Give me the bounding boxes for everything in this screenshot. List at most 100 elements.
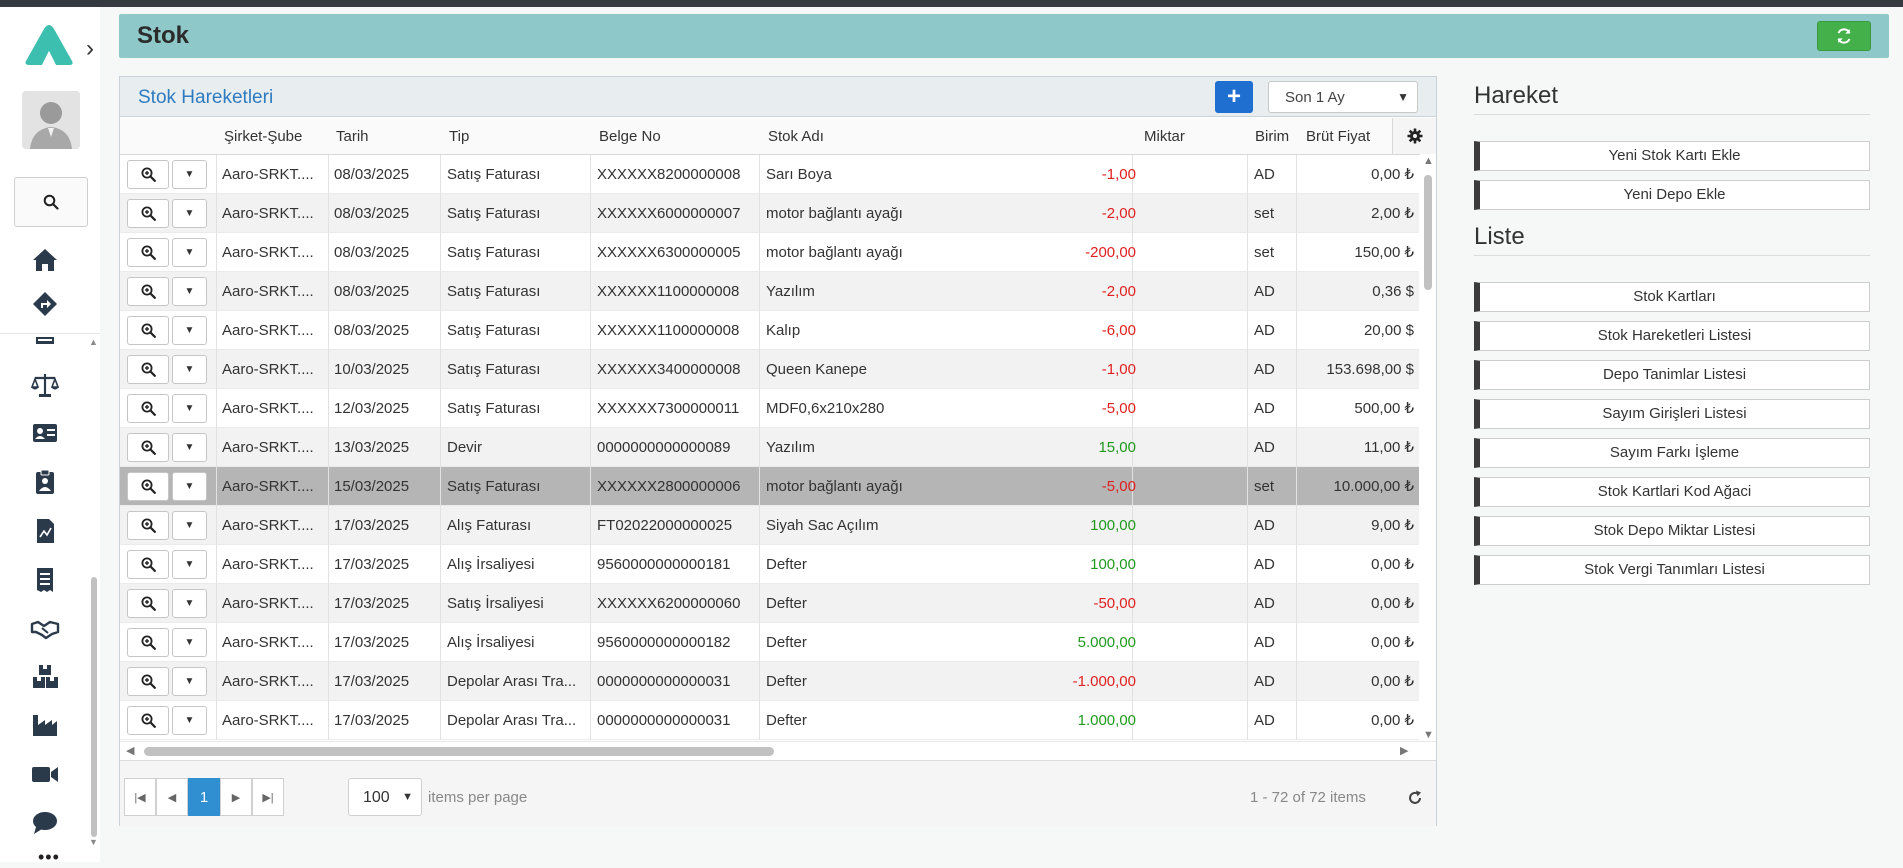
table-row[interactable]: ▼ Aaro-SRKT.... 17/03/2025 Satış İrsaliyesi…	[120, 584, 1419, 623]
column-header-tarih[interactable]: Tarih	[336, 128, 369, 145]
clipboard-user-icon[interactable]	[28, 467, 62, 497]
liste-button-3[interactable]: Sayım Girişleri Listesi	[1474, 399, 1870, 429]
grid-horizontal-scrollbar[interactable]: ◀ ▶	[120, 741, 1436, 759]
first-page-button[interactable]: |◀	[124, 778, 156, 816]
row-actions-dropdown[interactable]: ▼	[172, 394, 207, 423]
view-detail-button[interactable]	[127, 199, 169, 228]
horizontal-scroll-thumb[interactable]	[144, 747, 774, 756]
inventory-icon[interactable]	[28, 330, 62, 344]
app-logo-icon[interactable]	[22, 21, 76, 67]
row-actions-dropdown[interactable]: ▼	[172, 511, 207, 540]
view-detail-button[interactable]	[127, 394, 169, 423]
receipt-icon[interactable]	[28, 565, 62, 595]
row-actions-dropdown[interactable]: ▼	[172, 550, 207, 579]
industry-icon[interactable]	[28, 710, 62, 740]
items-per-page-select[interactable]: 100 ▼	[348, 778, 422, 816]
row-actions-dropdown[interactable]: ▼	[172, 160, 207, 189]
liste-button-4[interactable]: Sayım Farkı İşleme	[1474, 438, 1870, 468]
table-row[interactable]: ▼ Aaro-SRKT.... 10/03/2025 Satış Faturası XX…	[120, 350, 1419, 389]
table-row[interactable]: ▼ Aaro-SRKT.... 17/03/2025 Alış Faturası FT0…	[120, 506, 1419, 545]
view-detail-button[interactable]	[127, 277, 169, 306]
table-row[interactable]: ▼ Aaro-SRKT.... 13/03/2025 Devir 00000000000…	[120, 428, 1419, 467]
chat-icon[interactable]	[28, 807, 62, 837]
boxes-icon[interactable]	[28, 662, 62, 692]
hareket-button-1[interactable]: Yeni Depo Ekle	[1474, 180, 1870, 210]
liste-button-6[interactable]: Stok Depo Miktar Listesi	[1474, 516, 1870, 546]
table-row[interactable]: ▼ Aaro-SRKT.... 08/03/2025 Satış Faturası XX…	[120, 311, 1419, 350]
add-button[interactable]: +	[1215, 81, 1253, 113]
row-actions-dropdown[interactable]: ▼	[172, 667, 207, 696]
view-detail-button[interactable]	[127, 667, 169, 696]
row-actions-dropdown[interactable]: ▼	[172, 238, 207, 267]
file-chart-icon[interactable]	[28, 516, 62, 546]
view-detail-button[interactable]	[127, 433, 169, 462]
last-page-button[interactable]: ▶|	[252, 778, 284, 816]
scroll-right-icon[interactable]: ▶	[1400, 744, 1408, 757]
table-row[interactable]: ▼ Aaro-SRKT.... 15/03/2025 Satış Faturası XX…	[120, 467, 1419, 506]
column-header-stok-adi[interactable]: Stok Adı	[768, 128, 824, 145]
view-detail-button[interactable]	[127, 511, 169, 540]
row-actions-dropdown[interactable]: ▼	[172, 589, 207, 618]
sidebar-scroll-down-icon[interactable]: ▼	[89, 837, 98, 847]
view-detail-button[interactable]	[127, 589, 169, 618]
avatar[interactable]	[22, 91, 80, 149]
table-row[interactable]: ▼ Aaro-SRKT.... 08/03/2025 Satış Faturası XX…	[120, 272, 1419, 311]
search-button[interactable]	[14, 177, 88, 227]
grid-vertical-scrollbar[interactable]: ▲ ▼	[1420, 155, 1436, 741]
next-page-button[interactable]: ▶	[220, 778, 252, 816]
column-header-birim[interactable]: Birim	[1255, 128, 1289, 145]
balance-scale-icon[interactable]	[28, 370, 62, 400]
table-row[interactable]: ▼ Aaro-SRKT.... 17/03/2025 Alış İrsaliyesi 9…	[120, 545, 1419, 584]
table-row[interactable]: ▼ Aaro-SRKT.... 17/03/2025 Depolar Arası Tr…	[120, 662, 1419, 701]
handshake-icon[interactable]	[28, 613, 62, 643]
liste-button-1[interactable]: Stok Hareketleri Listesi	[1474, 321, 1870, 351]
row-actions-dropdown[interactable]: ▼	[172, 472, 207, 501]
view-detail-button[interactable]	[127, 472, 169, 501]
view-detail-button[interactable]	[127, 355, 169, 384]
scroll-left-icon[interactable]: ◀	[126, 744, 134, 757]
liste-button-2[interactable]: Depo Tanimlar Listesi	[1474, 360, 1870, 390]
scroll-down-icon[interactable]: ▼	[1423, 729, 1434, 741]
reload-icon[interactable]	[1406, 789, 1424, 807]
column-header-belge-no[interactable]: Belge No	[599, 128, 661, 145]
row-actions-dropdown[interactable]: ▼	[172, 316, 207, 345]
table-row[interactable]: ▼ Aaro-SRKT.... 12/03/2025 Satış Faturası XX…	[120, 389, 1419, 428]
row-actions-dropdown[interactable]: ▼	[172, 706, 207, 735]
view-detail-button[interactable]	[127, 706, 169, 735]
column-settings-button[interactable]	[1392, 118, 1436, 154]
chevron-right-icon[interactable]: ›	[86, 37, 100, 61]
table-row[interactable]: ▼ Aaro-SRKT.... 08/03/2025 Satış Faturası XX…	[120, 233, 1419, 272]
directions-icon[interactable]	[28, 289, 62, 319]
liste-button-7[interactable]: Stok Vergi Tanımları Listesi	[1474, 555, 1870, 585]
view-detail-button[interactable]	[127, 316, 169, 345]
sidebar-scroll-up-icon[interactable]: ▲	[89, 337, 98, 347]
table-row[interactable]: ▼ Aaro-SRKT.... 08/03/2025 Satış Faturası XX…	[120, 155, 1419, 194]
liste-button-0[interactable]: Stok Kartları	[1474, 282, 1870, 312]
home-icon[interactable]	[28, 245, 62, 275]
view-detail-button[interactable]	[127, 238, 169, 267]
column-header-tip[interactable]: Tip	[449, 128, 469, 145]
view-detail-button[interactable]	[127, 160, 169, 189]
row-actions-dropdown[interactable]: ▼	[172, 199, 207, 228]
refresh-button[interactable]	[1817, 21, 1871, 51]
liste-button-5[interactable]: Stok Kartlari Kod Ağaci	[1474, 477, 1870, 507]
column-header-miktar[interactable]: Miktar	[1144, 128, 1185, 145]
view-detail-button[interactable]	[127, 550, 169, 579]
prev-page-button[interactable]: ◀	[156, 778, 188, 816]
hareket-button-0[interactable]: Yeni Stok Kartı Ekle	[1474, 141, 1870, 171]
video-icon[interactable]	[28, 759, 62, 789]
more-icon[interactable]: •••	[38, 847, 60, 868]
table-row[interactable]: ▼ Aaro-SRKT.... 08/03/2025 Satış Faturası XX…	[120, 194, 1419, 233]
table-row[interactable]: ▼ Aaro-SRKT.... 17/03/2025 Alış İrsaliyesi 9…	[120, 623, 1419, 662]
row-actions-dropdown[interactable]: ▼	[172, 433, 207, 462]
column-header-sirket[interactable]: Şirket-Şube	[224, 128, 302, 145]
row-actions-dropdown[interactable]: ▼	[172, 277, 207, 306]
sidebar-scrollbar[interactable]	[91, 577, 97, 837]
id-card-icon[interactable]	[28, 418, 62, 448]
row-actions-dropdown[interactable]: ▼	[172, 628, 207, 657]
row-actions-dropdown[interactable]: ▼	[172, 355, 207, 384]
scroll-up-icon[interactable]: ▲	[1423, 155, 1434, 167]
page-button-current[interactable]: 1	[188, 778, 220, 816]
column-header-brut-fiyat[interactable]: Brüt Fiyat	[1306, 128, 1370, 145]
vertical-scroll-thumb[interactable]	[1424, 175, 1432, 290]
